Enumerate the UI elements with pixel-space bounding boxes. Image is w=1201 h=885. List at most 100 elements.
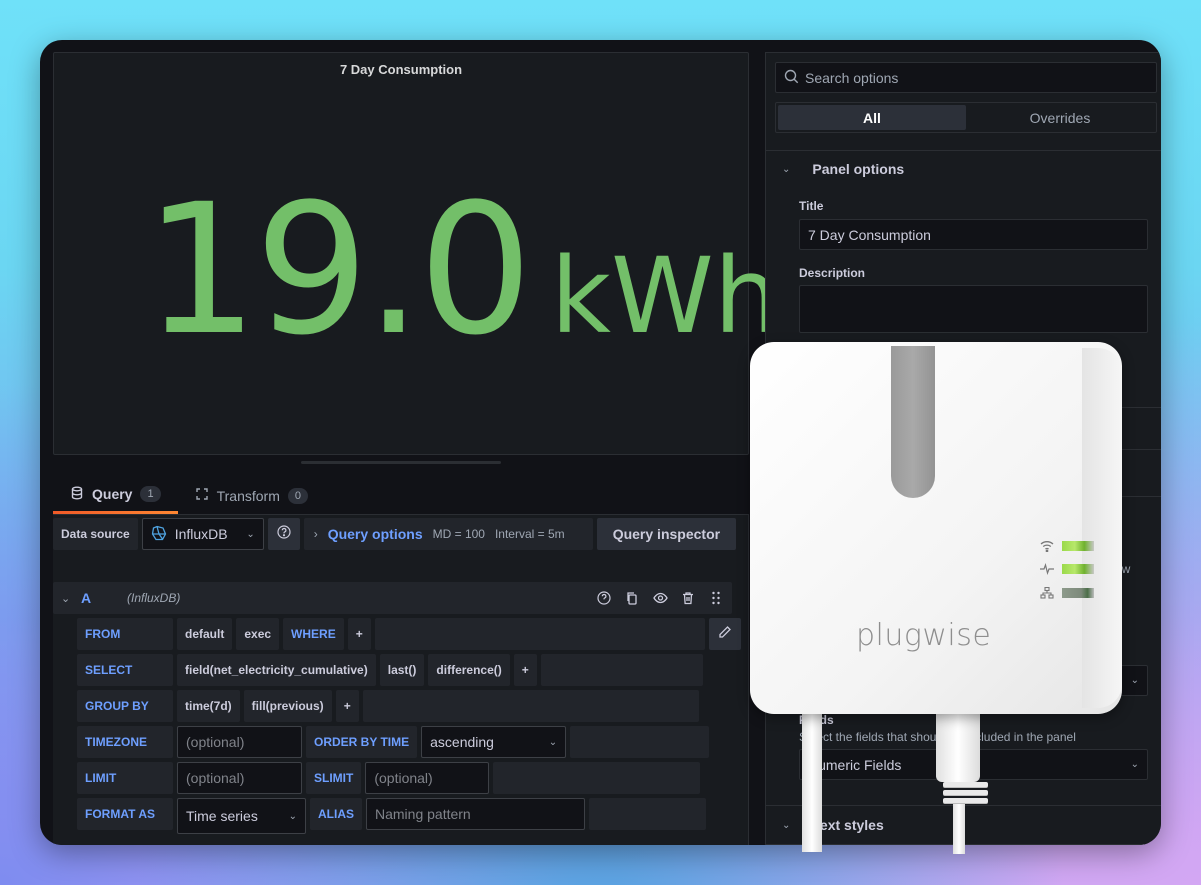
device-brand-logo: plugwise <box>856 618 992 653</box>
title-input[interactable]: 7 Day Consumption <box>799 219 1148 250</box>
query-options-link[interactable]: Query options <box>328 526 423 542</box>
group-by-time[interactable]: time(7d) <box>177 690 240 722</box>
select-row: SELECT field(net_electricity_cumulative)… <box>77 654 703 686</box>
options-segment-control: All Overrides <box>775 102 1157 133</box>
device-side <box>1082 348 1122 708</box>
add-where-button[interactable]: + <box>347 618 371 650</box>
tab-transform[interactable]: Transform 0 <box>178 480 325 511</box>
query-ref-id[interactable]: A <box>81 590 127 606</box>
plug-ring <box>943 798 988 803</box>
activity-icon <box>1040 563 1054 575</box>
chevron-down-icon: ⌄ <box>246 528 255 540</box>
network-icon <box>1040 587 1054 599</box>
order-by-select[interactable]: ascending ⌄ <box>421 726 567 758</box>
timezone-row: TIMEZONE (optional) ORDER BY TIME ascend… <box>77 726 710 758</box>
stat-panel-preview: 7 Day Consumption 19.0 kWh <box>53 52 780 455</box>
led-wifi <box>1040 540 1094 552</box>
plugwise-device-image: plugwise <box>750 342 1122 854</box>
datasource-label: Data source <box>53 518 138 550</box>
max-data-points: MD = 100 <box>432 527 485 541</box>
text-styles-section[interactable]: ⌄ Text styles <box>782 817 884 833</box>
limit-filler <box>493 762 701 794</box>
eye-icon[interactable] <box>652 590 668 606</box>
segment-all[interactable]: All <box>778 105 966 130</box>
tab-query-count: 1 <box>140 486 161 502</box>
toggle-raw-edit-button[interactable] <box>708 618 741 650</box>
from-row: FROM default exec WHERE + <box>77 618 741 650</box>
slimit-input[interactable]: (optional) <box>365 762 490 794</box>
chevron-down-icon: ⌄ <box>548 736 558 748</box>
help-icon[interactable] <box>596 590 612 606</box>
segment-overrides[interactable]: Overrides <box>966 105 1154 130</box>
drag-handle-icon[interactable] <box>708 590 724 606</box>
select-fn-difference[interactable]: difference() <box>428 654 510 686</box>
limit-input[interactable]: (optional) <box>177 762 302 794</box>
stat-value: 19.0 kWh <box>144 181 780 361</box>
fields-value: Numeric Fields <box>808 756 902 773</box>
device-slot <box>891 346 935 498</box>
select-fn-last[interactable]: last() <box>379 654 425 686</box>
group-by-filler <box>362 690 699 722</box>
plug-ring <box>943 790 988 795</box>
add-group-by-button[interactable]: + <box>335 690 359 722</box>
datasource-picker[interactable]: InfluxDB ⌄ <box>141 518 264 550</box>
influxdb-icon <box>151 525 167 544</box>
power-cable <box>802 702 822 852</box>
panel-options-section[interactable]: ⌄ Panel options <box>782 161 904 177</box>
ethernet-cable <box>953 804 965 854</box>
led-network <box>1040 587 1094 599</box>
query-options[interactable]: › Query options MD = 100 Interval = 5m <box>303 518 593 550</box>
stat-number: 19.0 <box>144 166 533 375</box>
measurement[interactable]: exec <box>236 618 280 650</box>
tab-query[interactable]: Query 1 <box>53 480 178 514</box>
text-styles-heading: Text styles <box>812 817 884 833</box>
query-datasource-name: (InfluxDB) <box>127 591 181 605</box>
trash-icon[interactable] <box>680 590 696 606</box>
query-editor: Data source InfluxDB ⌄ › Query options M… <box>53 514 749 845</box>
query-row-header[interactable]: ⌄ A (InfluxDB) <box>53 582 732 614</box>
add-select-button[interactable]: + <box>513 654 537 686</box>
duplicate-icon[interactable] <box>624 590 640 606</box>
group-by-fill[interactable]: fill(previous) <box>243 690 332 722</box>
timezone-filler <box>570 726 710 758</box>
timezone-input[interactable]: (optional) <box>177 726 302 758</box>
title-input-value: 7 Day Consumption <box>808 226 931 243</box>
help-icon <box>277 524 291 544</box>
limit-row: LIMIT (optional) SLIMIT (optional) <box>77 762 701 794</box>
description-textarea[interactable] <box>799 285 1148 333</box>
format-as-keyword: FORMAT AS <box>77 798 173 830</box>
alias-input[interactable]: Naming pattern <box>366 798 585 830</box>
led-indicator-dim <box>1062 588 1094 598</box>
collapse-chevron-icon[interactable]: ⌄ <box>61 592 81 605</box>
group-by-row: GROUP BY time(7d) fill(previous) + <box>77 690 699 722</box>
panel-title: 7 Day Consumption <box>339 62 463 77</box>
tab-transform-count: 0 <box>287 487 308 504</box>
pencil-icon <box>718 625 732 644</box>
led-activity <box>1040 563 1094 575</box>
ethernet-plug <box>936 702 980 782</box>
chevron-down-icon: ⌄ <box>782 163 791 175</box>
group-by-keyword: GROUP BY <box>77 690 173 722</box>
chevron-down-icon: ⌄ <box>1130 675 1139 686</box>
search-icon <box>784 69 799 87</box>
search-options-input[interactable]: Search options <box>775 62 1157 93</box>
select-filler <box>540 654 703 686</box>
format-as-select[interactable]: Time series ⌄ <box>177 798 306 834</box>
device-body: plugwise <box>750 342 1122 714</box>
query-inspector-button[interactable]: Query inspector <box>596 518 737 550</box>
timezone-keyword: TIMEZONE <box>77 726 173 758</box>
order-by-keyword: ORDER BY TIME <box>306 726 418 758</box>
splitter-handle[interactable] <box>301 461 501 464</box>
datasource-row: Data source InfluxDB ⌄ › Query options M… <box>53 518 737 550</box>
retention-policy[interactable]: default <box>177 618 233 650</box>
description-label: Description <box>799 266 866 280</box>
title-label: Title <box>799 199 824 213</box>
stat-unit: kWh <box>550 235 780 357</box>
slimit-keyword: SLIMIT <box>306 762 362 794</box>
select-field[interactable]: field(net_electricity_cumulative) <box>177 654 376 686</box>
format-as-value: Time series <box>186 808 258 824</box>
search-placeholder: Search options <box>805 69 899 86</box>
datasource-help-button[interactable] <box>267 518 300 550</box>
database-icon <box>70 486 84 503</box>
from-keyword: FROM <box>77 618 173 650</box>
